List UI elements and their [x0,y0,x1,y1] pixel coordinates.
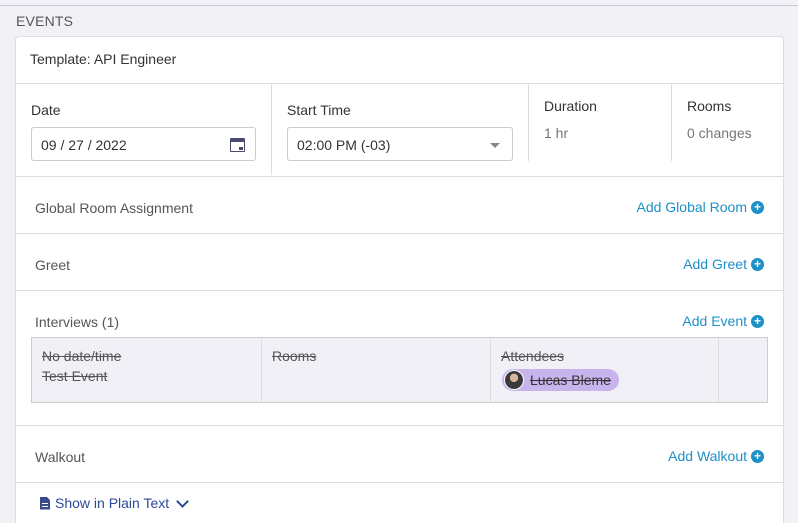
rooms-field-group: Rooms 0 changes [671,83,784,161]
template-row: Template: API Engineer [16,37,783,84]
add-walkout-button[interactable]: Add Walkout + [668,448,764,464]
start-time-select[interactable]: 02:00 PM (-03) [287,127,513,161]
date-value: 09 / 27 / 2022 [41,137,127,153]
template-title: Template: API Engineer [30,51,177,67]
event-fields-row: Date 09 / 27 / 2022 Start Time 02:00 PM … [16,83,783,177]
event-datetime-cell: No date/time Test Event [32,338,261,402]
chevron-down-icon [176,494,190,508]
date-label: Date [31,102,61,118]
plus-circle-icon: + [751,200,764,214]
date-field-group: Date 09 / 27 / 2022 [16,83,271,175]
duration-value: 1 hr [544,125,569,141]
add-global-room-button[interactable]: Add Global Room + [636,199,764,215]
add-event-label: Add Event [682,313,747,329]
events-card: Template: API Engineer Date 09 / 27 / 20… [15,36,784,523]
event-name: Test Event [42,368,108,384]
top-divider [0,5,798,6]
event-actions-cell [718,338,769,402]
rooms-value: 0 changes [687,125,752,141]
add-walkout-label: Add Walkout [668,448,747,464]
event-attendees-header: Attendees [501,348,565,364]
plus-circle-icon: + [751,257,764,271]
walkout-section: Walkout Add Walkout + [16,426,783,483]
add-event-button[interactable]: Add Event + [682,313,764,329]
global-room-title: Global Room Assignment [35,200,193,216]
date-input[interactable]: 09 / 27 / 2022 [31,127,256,161]
plus-circle-icon: + [751,314,764,328]
add-greet-label: Add Greet [683,256,747,272]
plus-circle-icon: + [751,449,764,463]
event-rooms-cell: Rooms [261,338,491,402]
interviews-section: Interviews (1) Add Event + No date/time … [16,291,783,426]
start-time-value: 02:00 PM (-03) [297,137,391,153]
show-plain-text-button[interactable]: Show in Plain Text [40,494,190,511]
event-datetime: No date/time [42,348,122,364]
greet-title: Greet [35,257,71,273]
duration-field-group: Duration 1 hr [528,83,672,161]
duration-label: Duration [544,98,597,114]
walkout-title: Walkout [35,449,86,465]
avatar [504,370,524,390]
plain-text-row: Show in Plain Text [16,483,783,523]
event-rooms-header: Rooms [272,348,317,364]
document-icon [40,496,50,510]
calendar-icon[interactable] [230,138,245,152]
show-plain-text-label: Show in Plain Text [55,495,170,511]
interviews-title: Interviews (1) [35,314,120,330]
event-attendees-cell: Attendees Lucas Bleme [490,338,719,402]
event-row[interactable]: No date/time Test Event Rooms Attendees … [31,337,768,403]
greet-section: Greet Add Greet + [16,234,783,291]
caret-down-icon [490,143,500,148]
global-room-section: Global Room Assignment Add Global Room + [16,177,783,234]
rooms-label: Rooms [687,98,732,114]
attendee-name: Lucas Bleme [530,372,611,388]
start-time-label: Start Time [287,102,351,118]
section-label: EVENTS [16,13,74,29]
attendee-chip[interactable]: Lucas Bleme [502,369,619,391]
add-greet-button[interactable]: Add Greet + [683,256,764,272]
start-time-field-group: Start Time 02:00 PM (-03) [271,83,529,175]
add-global-room-label: Add Global Room [636,199,747,215]
